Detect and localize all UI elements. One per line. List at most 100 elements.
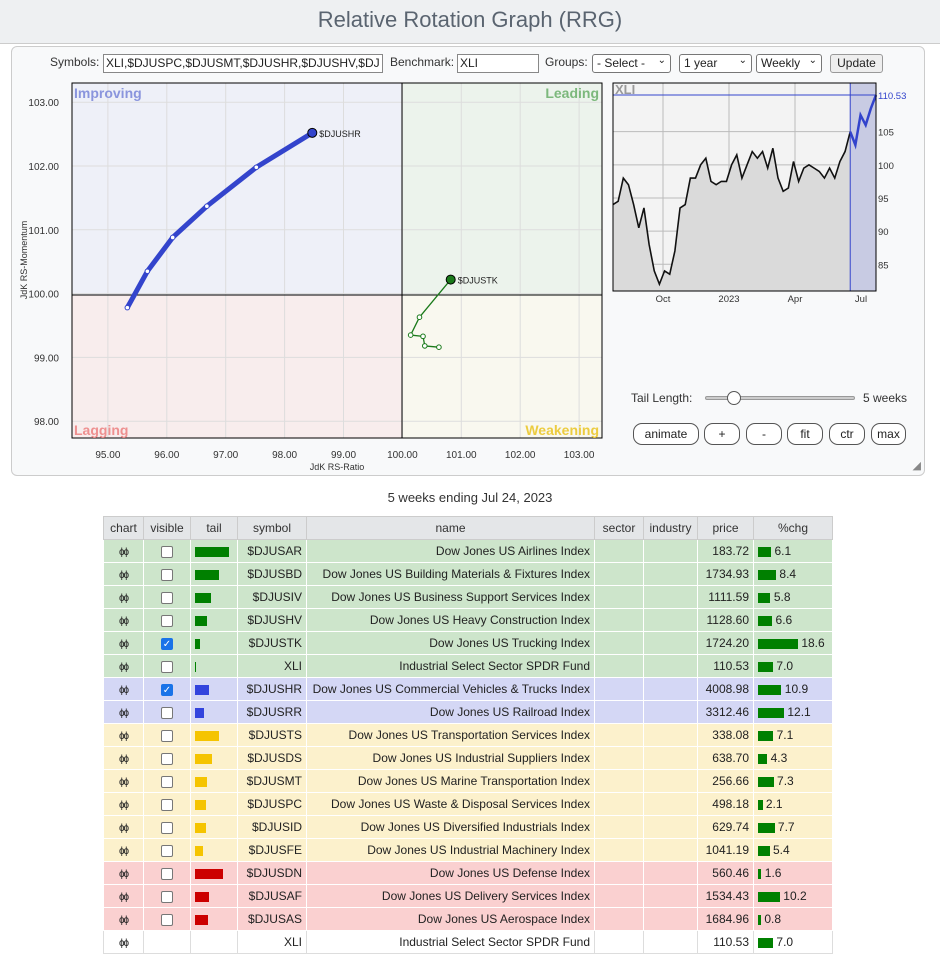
visible-checkbox[interactable] [161,591,173,604]
column-header-symbol[interactable]: symbol [237,516,307,540]
table-row[interactable]: ɸɸ ✓ $DJUSHR Dow Jones US Commercial Veh… [103,677,833,701]
visible-checkbox[interactable] [161,798,173,811]
interval-value: Weekly [761,56,801,70]
chart-cell[interactable]: ɸɸ [103,769,144,793]
table-row[interactable]: ɸɸ $DJUSTS Dow Jones US Transportation S… [103,723,833,747]
chart-cell[interactable]: ɸɸ [103,654,144,678]
table-row[interactable]: ɸɸ XLI Industrial Select Sector SPDR Fun… [103,654,833,678]
chart-icon[interactable]: ɸɸ [119,731,129,742]
table-row[interactable]: ɸɸ $DJUSAF Dow Jones US Delivery Service… [103,884,833,908]
visible-checkbox[interactable] [161,545,173,558]
groups-select[interactable]: - Select - ⌄ [592,54,671,73]
visible-checkbox[interactable] [161,568,173,581]
visible-checkbox[interactable] [161,614,173,627]
chart-icon[interactable]: ɸɸ [119,593,129,604]
visible-checkbox[interactable] [161,752,173,765]
chart-cell[interactable]: ɸɸ [103,723,144,747]
fit-button[interactable]: fit [787,423,823,445]
chart-cell[interactable]: ɸɸ [103,562,144,586]
table-row[interactable]: ɸɸ $DJUSIV Dow Jones US Business Support… [103,585,833,609]
table-row[interactable]: ɸɸ $DJUSID Dow Jones US Diversified Indu… [103,815,833,839]
chart-icon[interactable]: ɸɸ [119,869,129,880]
chart-cell[interactable]: ɸɸ [103,884,144,908]
chart-cell[interactable]: ɸɸ [103,608,144,632]
chart-icon[interactable]: ɸɸ [119,800,129,811]
chart-cell[interactable]: ɸɸ [103,539,144,563]
chart-icon[interactable]: ɸɸ [119,570,129,581]
table-row[interactable]: ɸɸ $DJUSAR Dow Jones US Airlines Index 1… [103,539,833,563]
chart-icon[interactable]: ɸɸ [119,846,129,857]
column-header-chg[interactable]: %chg [753,516,833,540]
table-row[interactable]: ɸɸ $DJUSHV Dow Jones US Heavy Constructi… [103,608,833,632]
symbols-input[interactable]: XLI,$DJUSPC,$DJUSMT,$DJUSHR,$DJUSHV,$DJ [103,54,383,73]
column-header-tail[interactable]: tail [190,516,238,540]
column-header-chart[interactable]: chart [103,516,144,540]
slider-handle[interactable] [727,391,741,405]
chart-icon[interactable]: ɸɸ [119,708,129,719]
column-header-sector[interactable]: sector [594,516,644,540]
table-row[interactable]: ɸɸ ✓ $DJUSTK Dow Jones US Trucking Index… [103,631,833,655]
chart-icon[interactable]: ɸɸ [119,685,129,696]
max-button[interactable]: max [871,423,906,445]
center-button[interactable]: ctr [829,423,865,445]
period-select[interactable]: 1 year ⌄ [679,54,752,73]
column-header-industry[interactable]: industry [643,516,698,540]
chart-cell[interactable]: ɸɸ [103,677,144,701]
table-row[interactable]: ɸɸ $DJUSMT Dow Jones US Marine Transport… [103,769,833,793]
update-button[interactable]: Update [830,54,883,73]
visible-checkbox[interactable] [161,706,173,719]
chart-cell[interactable]: ɸɸ [103,861,144,885]
visible-checkbox[interactable] [161,821,173,834]
visible-checkbox[interactable] [161,729,173,742]
visible-checkbox[interactable]: ✓ [161,637,173,650]
table-row[interactable]: ɸɸ $DJUSAS Dow Jones US Aerospace Index … [103,907,833,931]
zoom-in-button[interactable]: + [704,423,740,445]
chart-icon[interactable]: ɸɸ [119,938,129,949]
resize-grip-icon[interactable]: ◢ [913,459,921,472]
table-row[interactable]: ɸɸ $DJUSBD Dow Jones US Building Materia… [103,562,833,586]
chart-cell[interactable]: ɸɸ [103,700,144,724]
column-header-name[interactable]: name [306,516,595,540]
animate-button[interactable]: animate [633,423,699,445]
chart-icon[interactable]: ɸɸ [119,823,129,834]
chart-icon[interactable]: ɸɸ [119,915,129,926]
visible-checkbox[interactable] [161,775,173,788]
visible-checkbox[interactable] [161,844,173,857]
chart-cell[interactable]: ɸɸ [103,631,144,655]
visible-checkbox[interactable] [161,890,173,903]
chart-icon[interactable]: ɸɸ [119,892,129,903]
interval-select[interactable]: Weekly ⌄ [756,54,822,73]
chart-icon[interactable]: ɸɸ [119,662,129,673]
chart-icon[interactable]: ɸɸ [119,754,129,765]
lagging-quadrant [72,295,402,438]
price-cell: 1684.96 [697,907,754,931]
chart-cell[interactable]: ɸɸ [103,815,144,839]
visible-checkbox[interactable] [161,660,173,673]
chart-cell[interactable]: ɸɸ [103,930,144,954]
chart-icon[interactable]: ɸɸ [119,639,129,650]
visible-checkbox[interactable] [161,913,173,926]
table-row[interactable]: ɸɸ $DJUSDN Dow Jones US Defense Index 56… [103,861,833,885]
tail-length-slider[interactable] [705,391,855,405]
table-row[interactable]: ɸɸ $DJUSPC Dow Jones US Waste & Disposal… [103,792,833,816]
table-row[interactable]: ɸɸ $DJUSRR Dow Jones US Railroad Index 3… [103,700,833,724]
table-row[interactable]: ɸɸ $DJUSDS Dow Jones US Industrial Suppl… [103,746,833,770]
price-y-tick: 105 [878,128,894,139]
name-cell: Dow Jones US Railroad Index [306,700,595,724]
chart-cell[interactable]: ɸɸ [103,746,144,770]
chart-cell[interactable]: ɸɸ [103,792,144,816]
column-header-visible[interactable]: visible [143,516,191,540]
chart-cell[interactable]: ɸɸ [103,907,144,931]
column-header-price[interactable]: price [697,516,754,540]
table-row[interactable]: ɸɸ $DJUSFE Dow Jones US Industrial Machi… [103,838,833,862]
chart-cell[interactable]: ɸɸ [103,838,144,862]
visible-checkbox[interactable] [161,867,173,880]
chart-icon[interactable]: ɸɸ [119,547,129,558]
benchmark-input[interactable]: XLI [457,54,539,73]
chart-icon[interactable]: ɸɸ [119,777,129,788]
chart-cell[interactable]: ɸɸ [103,585,144,609]
table-row[interactable]: ɸɸ XLI Industrial Select Sector SPDR Fun… [103,930,833,954]
zoom-out-button[interactable]: - [746,423,782,445]
visible-checkbox[interactable]: ✓ [161,683,173,696]
chart-icon[interactable]: ɸɸ [119,616,129,627]
